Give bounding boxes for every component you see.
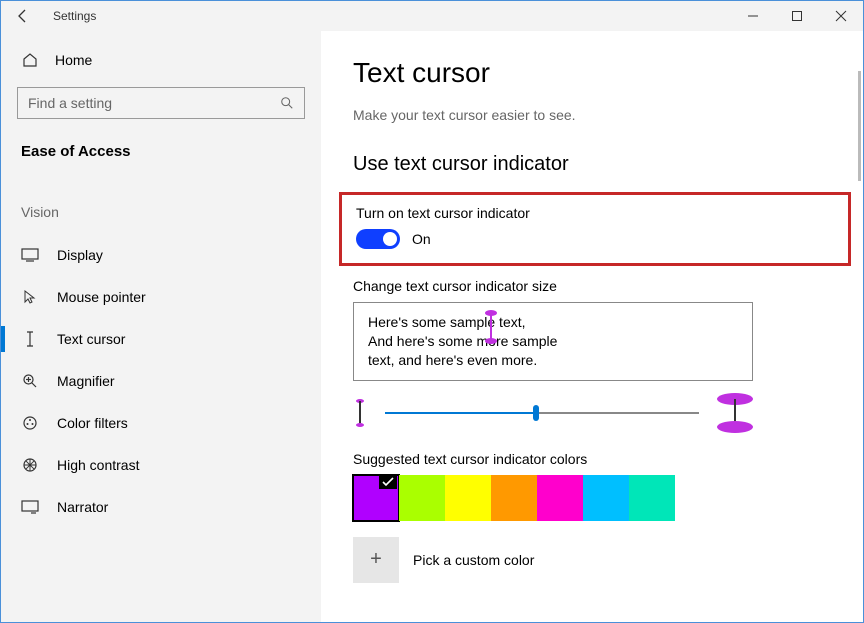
sidebar-item-label: Mouse pointer [57,289,146,305]
sidebar-item-color-filters[interactable]: Color filters [1,402,321,444]
sidebar: Home Find a setting Ease of Access Visio… [1,31,321,622]
colors-label: Suggested text cursor indicator colors [353,451,863,467]
sidebar-item-label: Text cursor [57,331,125,347]
text-cursor-icon [21,330,39,348]
cursor-indicator-preview [485,310,497,344]
toggle-knob [383,232,397,246]
size-slider[interactable] [385,403,699,423]
toggle-label: Turn on text cursor indicator [356,205,834,221]
minimize-button[interactable] [731,1,775,31]
sidebar-heading: Ease of Access [1,133,321,178]
preview-line: And here's some more sample [368,332,738,351]
sidebar-item-text-cursor[interactable]: Text cursor [1,318,321,360]
sidebar-item-label: Magnifier [57,373,115,389]
preview-box: Here's some sample text, And here's some… [353,302,753,381]
slider-min-icon [353,399,367,427]
search-icon [280,96,294,110]
custom-color-label: Pick a custom color [413,552,534,568]
close-button[interactable] [819,1,863,31]
home-icon [21,51,39,69]
sidebar-home-label: Home [55,52,92,68]
maximize-button[interactable] [775,1,819,31]
narrator-icon [21,498,39,516]
main-panel: Text cursor Make your text cursor easier… [321,31,863,622]
maximize-icon [791,10,803,22]
sidebar-item-label: Color filters [57,415,128,431]
sidebar-item-magnifier[interactable]: Magnifier [1,360,321,402]
sidebar-home[interactable]: Home [1,41,321,79]
color-swatch[interactable] [583,475,629,521]
sidebar-item-label: Narrator [57,499,108,515]
color-swatch[interactable] [399,475,445,521]
sidebar-item-label: Display [57,247,103,263]
back-button[interactable] [1,1,45,31]
sidebar-item-label: High contrast [57,457,139,473]
color-swatch[interactable] [491,475,537,521]
page-subtitle: Make your text cursor easier to see. [353,107,863,123]
magnifier-icon [21,372,39,390]
sidebar-group-label: Vision [1,178,321,234]
page-title: Text cursor [353,57,863,89]
scrollbar[interactable] [858,71,861,181]
plus-icon: + [370,548,382,571]
sidebar-item-high-contrast[interactable]: High contrast [1,444,321,486]
minimize-icon [747,10,759,22]
indicator-toggle[interactable] [356,229,400,249]
arrow-left-icon [15,8,31,24]
preview-line: text, and here's even more. [368,351,738,370]
highlight-box: Turn on text cursor indicator On [339,192,851,266]
sidebar-item-narrator[interactable]: Narrator [1,486,321,528]
check-icon [379,475,397,489]
color-swatch[interactable] [629,475,675,521]
high-contrast-icon [21,456,39,474]
toggle-state: On [412,231,431,247]
slider-thumb[interactable] [533,405,539,421]
window-title: Settings [45,9,96,23]
color-swatch[interactable] [445,475,491,521]
custom-color-button[interactable]: + [353,537,399,583]
preview-line: Here's some sample text, [368,313,738,332]
close-icon [835,10,847,22]
mouse-pointer-icon [21,288,39,306]
color-swatch[interactable] [353,475,399,521]
size-label: Change text cursor indicator size [353,278,863,294]
search-placeholder: Find a setting [28,95,280,111]
sidebar-item-mouse-pointer[interactable]: Mouse pointer [1,276,321,318]
section-heading: Use text cursor indicator [353,153,863,176]
color-filters-icon [21,414,39,432]
sidebar-item-display[interactable]: Display [1,234,321,276]
search-input[interactable]: Find a setting [17,87,305,119]
display-icon [21,246,39,264]
slider-max-icon [717,393,753,433]
color-swatch[interactable] [537,475,583,521]
color-swatches [353,475,863,521]
